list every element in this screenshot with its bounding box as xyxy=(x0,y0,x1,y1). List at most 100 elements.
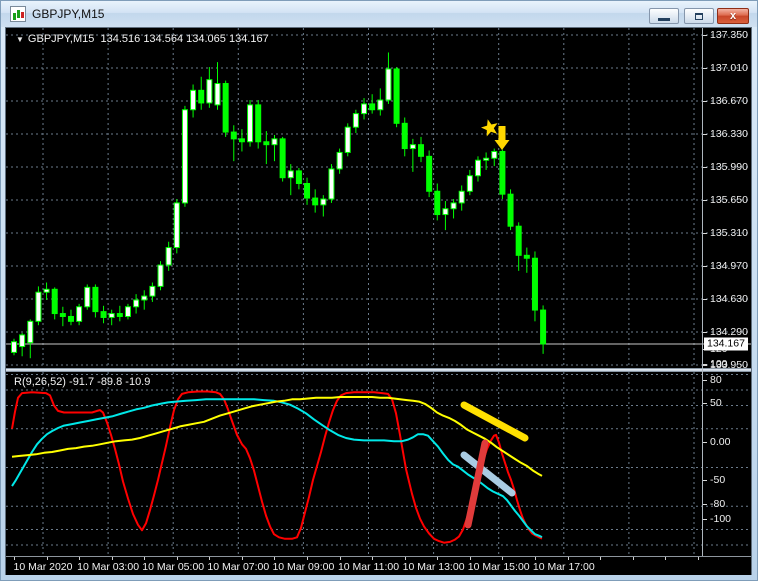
axis-tick xyxy=(703,167,707,168)
candle-body xyxy=(458,190,465,204)
candle-body xyxy=(84,286,91,308)
axis-tick xyxy=(703,68,707,69)
oscillator-pane[interactable] xyxy=(6,372,751,556)
time-tick xyxy=(144,557,146,560)
candle-body xyxy=(320,198,327,206)
candle-body xyxy=(531,257,538,311)
time-tick xyxy=(567,557,569,560)
symbol-dropdown-icon[interactable]: ▼ xyxy=(16,35,24,44)
time-tick xyxy=(469,557,471,560)
price-tick-label: 136.330 xyxy=(710,128,748,140)
price-tick-label: 134.290 xyxy=(710,326,748,338)
candle-body xyxy=(238,138,245,143)
time-axis[interactable]: 10 Mar 2020 10 Mar 03:00 10 Mar 05:00 10 Ma… xyxy=(6,556,751,575)
candle-body xyxy=(181,109,188,204)
candle-body xyxy=(409,144,416,150)
legend-symbol: GBPJPY,M15 xyxy=(27,33,95,45)
price-axis[interactable]: 137.350 137.010 136.670 136.330 135.990 135.6… xyxy=(703,28,751,556)
candle-body xyxy=(76,306,83,322)
axis-tick xyxy=(703,365,707,366)
current-price-label: 134.167 xyxy=(704,337,748,351)
candle-body xyxy=(67,315,74,322)
time-tick xyxy=(502,557,504,560)
axis-tick xyxy=(703,101,707,102)
candle-body xyxy=(173,202,180,249)
candle-body xyxy=(247,104,254,143)
candle-body xyxy=(450,202,457,210)
price-chart-pane[interactable] xyxy=(6,28,751,368)
time-tick xyxy=(372,557,374,560)
time-tick xyxy=(274,557,276,560)
candle-body xyxy=(59,313,66,317)
legend-ohlc-values: 134.516 134.564 134.065 134.167 xyxy=(100,33,269,45)
candle-body xyxy=(51,288,58,315)
axis-tick xyxy=(703,503,707,505)
candle-body xyxy=(361,103,368,115)
minimize-button[interactable] xyxy=(649,8,679,24)
candle-body xyxy=(352,113,359,128)
price-tick-label: 135.990 xyxy=(710,161,748,173)
axis-tick xyxy=(703,200,707,201)
oscillator-tick-label: -80 xyxy=(710,497,726,510)
candle-body xyxy=(393,68,400,124)
time-tick xyxy=(79,557,81,560)
candle-body xyxy=(499,150,506,195)
candle-body xyxy=(27,320,34,344)
title-bar[interactable]: GBPJPY,M15 x xyxy=(1,1,757,27)
candle-body xyxy=(515,225,522,256)
candle-body xyxy=(133,299,140,308)
axis-tick xyxy=(703,134,707,135)
axis-tick xyxy=(703,266,707,267)
candle-body xyxy=(116,313,123,317)
axis-tick xyxy=(703,441,707,443)
close-icon: x xyxy=(729,10,737,22)
time-tick xyxy=(632,557,634,560)
candle-body xyxy=(271,138,278,146)
candle-body xyxy=(287,170,294,179)
oscillator-tick-label: -100 xyxy=(710,513,732,525)
axis-tick xyxy=(703,35,707,36)
candle-body xyxy=(35,291,42,322)
time-tick xyxy=(600,557,602,560)
oscillator-tick-label: 0.00 xyxy=(710,435,731,448)
time-tick xyxy=(176,557,178,560)
candle-body xyxy=(304,183,311,199)
price-tick-label: 137.350 xyxy=(710,29,748,41)
time-tick xyxy=(534,557,536,560)
restore-button[interactable] xyxy=(684,8,714,24)
candle-body xyxy=(336,151,343,170)
candle-body xyxy=(230,131,237,140)
chart-content: ▼ GBPJPY,M15 134.516 134.564 134.065 134.… xyxy=(5,27,752,575)
time-tick xyxy=(46,557,48,560)
candle-body xyxy=(385,68,392,101)
candle-body xyxy=(206,79,213,104)
candle-body xyxy=(92,286,99,313)
candle-body xyxy=(540,309,547,345)
time-tick xyxy=(665,557,667,560)
candle-body xyxy=(263,141,270,146)
candle-body xyxy=(149,285,156,297)
candle-body xyxy=(100,311,107,318)
candle-body xyxy=(295,170,302,185)
time-tick xyxy=(437,557,439,560)
axis-tick xyxy=(703,233,707,234)
oscillator-line-mid-cyan xyxy=(11,398,543,539)
axis-tick xyxy=(703,480,707,482)
candle-body xyxy=(198,89,205,104)
candle-body xyxy=(507,193,514,227)
oscillator-tick-label: 100 xyxy=(710,358,728,370)
time-tick xyxy=(307,557,309,560)
candle-body xyxy=(474,159,481,177)
time-tick xyxy=(697,557,699,560)
candle-body xyxy=(214,83,221,106)
axis-tick xyxy=(703,379,707,381)
candle-body xyxy=(141,295,148,301)
candle-body xyxy=(523,254,530,259)
price-tick-label: 137.010 xyxy=(710,62,748,74)
oscillator-line-slow-yellow xyxy=(11,396,543,477)
candle-body xyxy=(483,157,490,161)
oscillator-tick-label: 50 xyxy=(710,396,722,409)
down-arrow-annotation xyxy=(494,126,510,150)
candle-body xyxy=(108,313,115,318)
close-button[interactable]: x xyxy=(717,8,749,24)
